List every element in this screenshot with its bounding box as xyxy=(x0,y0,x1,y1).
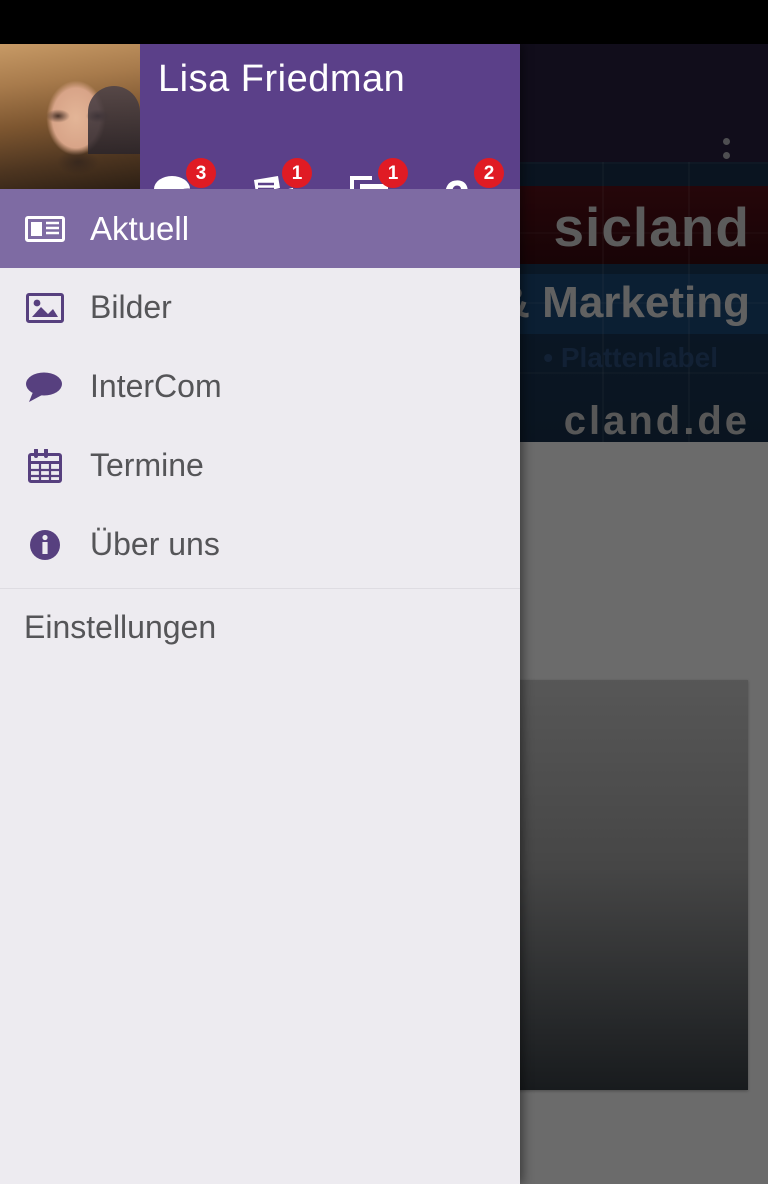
avatar-background-figure xyxy=(88,86,140,154)
drawer-header: Lisa Friedman 3 1 1 2 xyxy=(0,44,520,220)
sidebar-item-bilder[interactable]: Bilder xyxy=(0,268,520,347)
sidebar-item-label: Einstellungen xyxy=(24,608,217,645)
user-name: Lisa Friedman xyxy=(158,58,406,100)
badge-count: 1 xyxy=(378,158,408,188)
badge-count: 2 xyxy=(474,158,504,188)
speech-bubble-icon xyxy=(24,366,66,408)
info-icon xyxy=(24,524,66,566)
image-icon xyxy=(24,287,66,329)
sidebar-item-label: InterCom xyxy=(90,368,222,404)
badge-count: 3 xyxy=(186,158,216,188)
sidebar-item-label: Bilder xyxy=(90,289,172,325)
badge-count: 1 xyxy=(282,158,312,188)
sidebar-item-label: Termine xyxy=(90,447,204,483)
sidebar-item-intercom[interactable]: InterCom xyxy=(0,347,520,426)
sidebar-item-ueber-uns[interactable]: Über uns xyxy=(0,505,520,584)
avatar[interactable] xyxy=(0,44,140,189)
navigation-drawer: Lisa Friedman 3 1 1 2 Aktuell Bilder Int… xyxy=(0,44,520,1184)
sidebar-item-termine[interactable]: Termine xyxy=(0,426,520,505)
calendar-icon xyxy=(24,445,66,487)
drawer-menu: Aktuell Bilder InterCom Termine Über uns… xyxy=(0,189,520,665)
newspaper-icon xyxy=(24,208,66,250)
sidebar-item-label: Aktuell xyxy=(90,209,190,247)
status-bar xyxy=(0,0,768,44)
sidebar-item-label: Über uns xyxy=(90,526,220,562)
sidebar-item-aktuell[interactable]: Aktuell xyxy=(0,189,520,268)
phone-screen: sicland k & Marketing • Plattenlabel cla… xyxy=(0,0,768,1184)
sidebar-item-einstellungen[interactable]: Einstellungen xyxy=(0,589,520,665)
